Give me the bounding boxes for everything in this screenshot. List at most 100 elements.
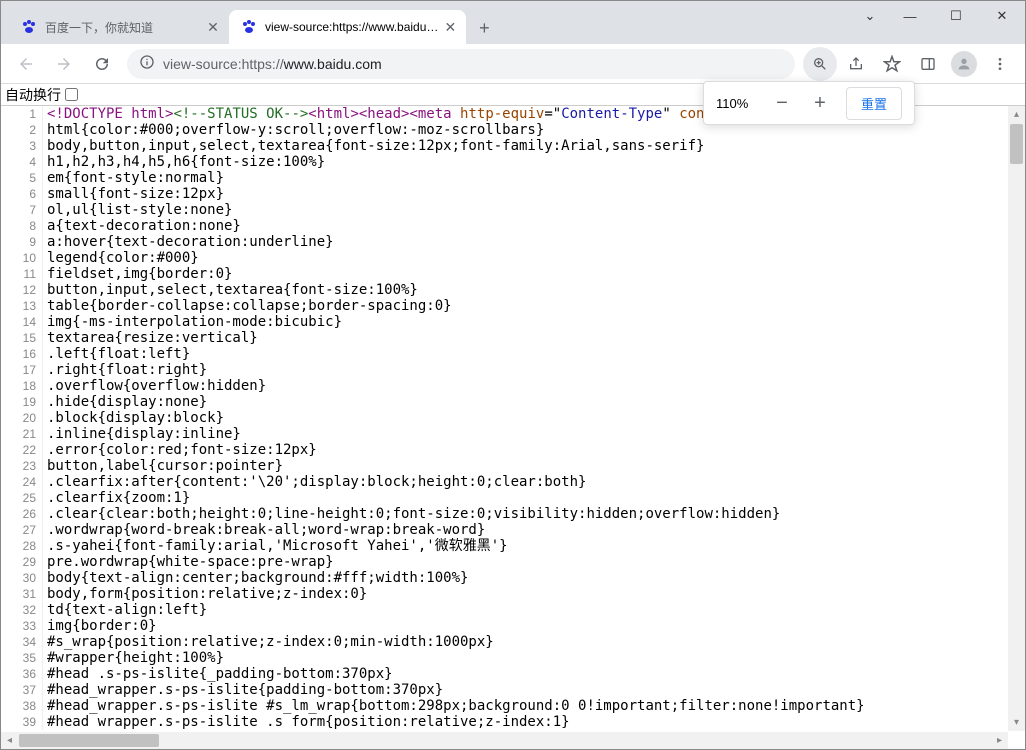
line-number: 18 [1,378,43,394]
source-text[interactable]: .inline{display:inline} [43,426,241,442]
source-text[interactable]: img{-ms-interpolation-mode:bicubic} [43,314,342,330]
forward-button[interactable] [47,47,81,81]
chevron-down-icon[interactable]: ⌄ [853,1,887,31]
source-text[interactable]: .clear{clear:both;height:0;line-height:0… [43,506,780,522]
minimize-button[interactable]: — [887,1,933,31]
zoom-icon[interactable] [803,47,837,81]
source-line: 12button,input,select,textarea{font-size… [1,282,1025,298]
source-view[interactable]: 1<!DOCTYPE html><!--STATUS OK--><html><h… [1,106,1025,749]
source-text[interactable]: #s_wrap{position:relative;z-index:0;min-… [43,634,494,650]
source-text[interactable]: button,input,select,textarea{font-size:1… [43,282,418,298]
source-text[interactable]: a:hover{text-decoration:underline} [43,234,334,250]
new-tab-button[interactable]: + [470,14,498,42]
source-text[interactable]: .block{display:block} [43,410,224,426]
line-number: 29 [1,554,43,570]
paw-icon [21,19,37,35]
tab-title: 百度一下，你就知道 [45,19,201,36]
source-text[interactable]: #head_wrapper.s-ps-islite #s_lm_wrap{bot… [43,698,865,714]
line-number: 6 [1,186,43,202]
line-number: 14 [1,314,43,330]
menu-icon[interactable] [983,47,1017,81]
source-line: 17.right{float:right} [1,362,1025,378]
line-number: 31 [1,586,43,602]
source-text[interactable]: body,form{position:relative;z-index:0} [43,586,367,602]
tab-viewsource[interactable]: view-source:https://www.baidu… ✕ [229,10,466,44]
source-text[interactable]: .clearfix:after{content:'\20';display:bl… [43,474,586,490]
tab-baidu[interactable]: 百度一下，你就知道 ✕ [9,10,229,44]
source-text[interactable]: ol,ul{list-style:none} [43,202,232,218]
scroll-thumb[interactable] [1010,124,1023,164]
line-number: 20 [1,410,43,426]
vertical-scrollbar[interactable]: ▴ ▾ [1008,106,1025,731]
source-line: 3body,button,input,select,textarea{font-… [1,138,1025,154]
back-button[interactable] [9,47,43,81]
zoom-reset-button[interactable]: 重置 [846,87,902,120]
horizontal-scrollbar[interactable]: ◂ ▸ [1,732,1008,749]
source-text[interactable]: .s-yahei{font-family:arial,'Microsoft Ya… [43,538,508,554]
source-text[interactable]: .left{float:left} [43,346,190,362]
share-icon[interactable] [839,47,873,81]
source-line: 5em{font-style:normal} [1,170,1025,186]
source-text[interactable]: textarea{resize:vertical} [43,330,258,346]
close-icon[interactable]: ✕ [205,19,221,35]
source-text[interactable]: .overflow{overflow:hidden} [43,378,266,394]
source-text[interactable]: #head wrapper.s-ps-islite .s form{positi… [43,714,570,730]
source-text[interactable]: #head .s-ps-islite{_padding-bottom:370px… [43,666,393,682]
reload-button[interactable] [85,47,119,81]
source-text[interactable]: fieldset,img{border:0} [43,266,232,282]
source-text[interactable]: legend{color:#000} [43,250,199,266]
source-text[interactable]: table{border-collapse:collapse;border-sp… [43,298,452,314]
source-text[interactable]: em{font-style:normal} [43,170,224,186]
source-line: 36#head .s-ps-islite{_padding-bottom:370… [1,666,1025,682]
source-text[interactable]: body{text-align:center;background:#fff;w… [43,570,468,586]
line-number: 5 [1,170,43,186]
source-text[interactable]: .right{float:right} [43,362,207,378]
line-number: 10 [1,250,43,266]
bookmark-icon[interactable] [875,47,909,81]
source-line: 16.left{float:left} [1,346,1025,362]
scroll-left-icon[interactable]: ◂ [1,732,18,749]
source-text[interactable]: img{border:0} [43,618,157,634]
line-number: 34 [1,634,43,650]
source-text[interactable]: h1,h2,h3,h4,h5,h6{font-size:100%} [43,154,325,170]
line-number: 12 [1,282,43,298]
line-number: 27 [1,522,43,538]
source-line: 19.hide{display:none} [1,394,1025,410]
close-icon[interactable]: ✕ [442,19,458,35]
maximize-button[interactable]: ☐ [933,1,979,31]
source-text[interactable]: .wordwrap{word-break:break-all;word-wrap… [43,522,485,538]
source-text[interactable]: pre.wordwrap{white-space:pre-wrap} [43,554,334,570]
zoom-in-button[interactable]: + [808,92,832,115]
profile-button[interactable] [947,47,981,81]
source-line: 18.overflow{overflow:hidden} [1,378,1025,394]
source-text[interactable]: a{text-decoration:none} [43,218,241,234]
scroll-right-icon[interactable]: ▸ [991,732,1008,749]
info-icon[interactable] [139,54,155,73]
scroll-down-icon[interactable]: ▾ [1008,714,1025,731]
titlebar: 百度一下，你就知道 ✕ view-source:https://www.baid… [1,1,1025,44]
source-text[interactable]: html{color:#000;overflow-y:scroll;overfl… [43,122,544,138]
line-number: 22 [1,442,43,458]
source-text[interactable]: #head_wrapper.s-ps-islite{padding-bottom… [43,682,443,698]
source-text[interactable]: button,label{cursor:pointer} [43,458,283,474]
zoom-out-button[interactable]: − [770,92,794,115]
scroll-thumb[interactable] [19,734,159,747]
window-controls: ⌄ — ☐ ✕ [853,1,1025,31]
address-bar[interactable]: view-source:https://www.baidu.com [127,49,795,79]
source-text[interactable]: .clearfix{zoom:1} [43,490,190,506]
sidepanel-icon[interactable] [911,47,945,81]
source-text[interactable]: body,button,input,select,textarea{font-s… [43,138,704,154]
source-text[interactable]: .error{color:red;font-size:12px} [43,442,317,458]
source-text[interactable]: td{text-align:left} [43,602,207,618]
wrap-checkbox[interactable] [65,88,78,101]
scroll-up-icon[interactable]: ▴ [1008,106,1025,123]
source-text[interactable]: .hide{display:none} [43,394,207,410]
close-window-button[interactable]: ✕ [979,1,1025,31]
source-line: 27.wordwrap{word-break:break-all;word-wr… [1,522,1025,538]
line-number: 1 [1,106,43,122]
toolbar-right [803,47,1017,81]
line-number: 3 [1,138,43,154]
line-number: 15 [1,330,43,346]
source-text[interactable]: #wrapper{height:100%} [43,650,224,666]
source-text[interactable]: small{font-size:12px} [43,186,224,202]
